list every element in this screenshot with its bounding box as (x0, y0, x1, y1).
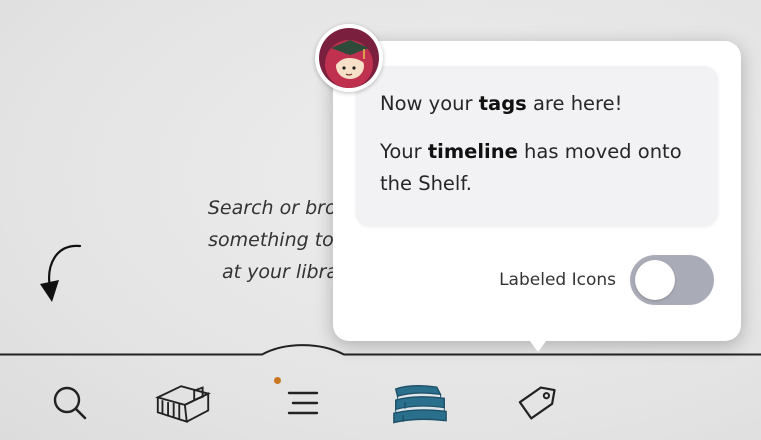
message-timeline: Your timeline has moved onto the Shelf. (380, 140, 682, 195)
bottom-nav (0, 355, 761, 440)
tag-icon (518, 386, 556, 420)
message-bubble: Now your tags are here! Your timeline ha… (356, 66, 718, 226)
nav-libraries-button[interactable] (155, 375, 211, 431)
curved-arrow-icon (40, 244, 82, 302)
toggle-knob (635, 260, 675, 300)
labeled-icons-toggle[interactable] (630, 255, 714, 305)
nav-menu-button[interactable] (275, 375, 331, 431)
menu-lines-icon (287, 391, 319, 415)
popover-pointer (527, 337, 549, 352)
nav-tags-button[interactable] (508, 375, 564, 431)
labeled-icons-label: Labeled Icons (499, 270, 616, 290)
message-tags: Now your tags are here! (380, 92, 623, 115)
search-icon (53, 386, 87, 420)
librarian-mascot-icon (325, 40, 373, 88)
nav-shelf-button[interactable] (392, 375, 448, 431)
nav-search-button[interactable] (42, 375, 98, 431)
notification-dot (274, 377, 281, 384)
books-stack-icon (393, 384, 447, 424)
avatar (315, 24, 383, 92)
library-building-icon (155, 385, 211, 423)
